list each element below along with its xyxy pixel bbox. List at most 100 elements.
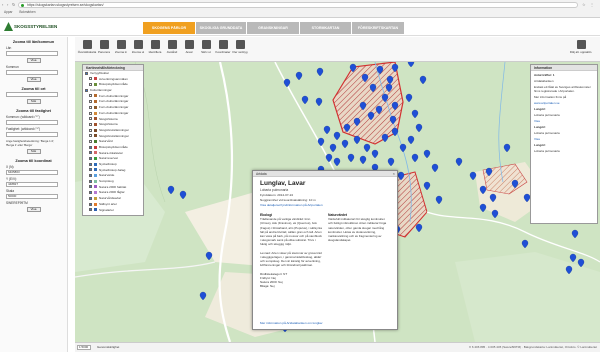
layer-checkbox[interactable]	[89, 122, 92, 126]
browser-menu-icon[interactable]: ⋮	[590, 2, 594, 7]
hide-settings-button[interactable]: Dölj alt. uppsättn.	[565, 39, 597, 60]
x-coordinate-input[interactable]: 6405863	[6, 170, 58, 175]
label-property: Fastighet: (wildcard="*")	[6, 127, 41, 131]
layer-label: Naturreservat	[99, 156, 118, 161]
info-link[interactable]: Visa	[534, 137, 594, 141]
property-input[interactable]	[6, 132, 58, 137]
layer-checkbox[interactable]	[89, 191, 92, 195]
label-x: X (N):	[6, 165, 15, 169]
address-url: https://skogskartan.skogsstyrelsen.se/sk…	[27, 3, 104, 7]
layer-checkbox[interactable]	[89, 168, 92, 172]
tab-3[interactable]: GRANSKNINGAR	[247, 22, 299, 34]
scale-select[interactable]: 1:5000	[77, 345, 91, 350]
layer-label: Naturvärde	[99, 173, 115, 178]
layer-symbol-icon	[94, 134, 97, 138]
info-link[interactable]: www.artportalen.se	[534, 101, 594, 105]
tool-more-tools[interactable]: Fler verktyg	[230, 39, 250, 60]
back-arrow-icon[interactable]: ‹	[2, 2, 6, 7]
tab-5[interactable]: FÖRESKRIFTSKARTAN	[352, 22, 404, 34]
layer-symbol-icon	[94, 83, 97, 87]
search-property-button[interactable]: Sök	[26, 149, 41, 154]
layer-label: Forn-/kulturlämningar	[99, 93, 129, 98]
layer-label: Biotopskyddsområde	[99, 144, 128, 149]
bookmark-bookmarks[interactable]: Bokmärken	[19, 10, 35, 14]
nature-value-column: Naturvärdet Värdefull indikatorart för s…	[328, 213, 390, 242]
star-icon[interactable]: ☆	[582, 2, 586, 7]
y-coordinate-input[interactable]: 448827	[6, 182, 58, 187]
layer-checkbox[interactable]	[85, 88, 88, 92]
zoom-out-icon	[133, 40, 143, 49]
layer-checkbox[interactable]	[89, 139, 92, 143]
secure-lock-icon	[21, 4, 24, 7]
map-toolbar: Översiktskarta Panorera Zooma in Zooma ut Id…	[75, 37, 600, 62]
layer-checkbox[interactable]	[89, 100, 92, 104]
layer-checkbox[interactable]	[89, 157, 92, 160]
tool-label: Fler verktyg	[232, 50, 248, 54]
layer-checkbox[interactable]	[89, 105, 92, 109]
place-input[interactable]	[6, 92, 58, 97]
identify-icon	[150, 40, 160, 49]
info-link[interactable]: Visa	[534, 119, 594, 123]
layer-checkbox[interactable]	[89, 202, 92, 206]
hide-settings-label: Dölj alt. uppsättn.	[569, 50, 593, 54]
find-details-link[interactable]: Visa detaljerad fyndinformation på Artpo…	[260, 203, 397, 207]
layer-checkbox[interactable]	[89, 162, 92, 166]
info-line: Lobaria pulmonaria	[534, 113, 560, 117]
heading-zoom-county: Zooma till län/kommun	[12, 40, 55, 44]
tab-1[interactable]: SKOGENS PÄRLOR	[143, 22, 195, 34]
layer-label: Naturvård	[99, 139, 113, 144]
layer-checkbox[interactable]	[89, 179, 92, 183]
info-line: Endast ett fåtal av Sveriges artförekoms…	[534, 85, 591, 93]
property-municipality-input[interactable]	[6, 120, 58, 125]
layer-checkbox[interactable]	[89, 208, 92, 212]
county-select[interactable]	[6, 51, 58, 56]
layer-label: Forn-/kulturlämningar	[99, 110, 129, 115]
layer-checkbox[interactable]	[89, 77, 92, 81]
layer-label: Forn-/kulturlämningar	[99, 99, 129, 104]
layer-label: Avverkningsanmälan	[99, 76, 128, 81]
info-line: Artdatabanken	[534, 79, 554, 83]
layer-checkbox[interactable]	[89, 117, 92, 121]
layer-label: Natura 2000 habitat	[99, 184, 127, 189]
coordinates-icon	[218, 40, 228, 49]
artdatabanken-link[interactable]: Mer information på Artdatabanken om lung…	[260, 321, 322, 325]
forward-arrow-icon[interactable]: ›	[7, 2, 11, 7]
layer-checkbox[interactable]	[89, 185, 92, 189]
show-coordinate-button[interactable]: Visa	[26, 207, 41, 212]
layer-symbol-icon	[94, 179, 97, 183]
layer-symbol-icon	[94, 208, 97, 212]
layer-checkbox[interactable]	[89, 134, 92, 138]
show-county-button[interactable]: Visa	[26, 58, 41, 63]
municipality-select[interactable]	[6, 70, 58, 75]
layer-item[interactable]: Signalarter	[83, 208, 143, 214]
show-municipality-button[interactable]: Visa	[26, 77, 41, 82]
scale-input[interactable]: 50000	[6, 194, 58, 199]
nature-value-text: Värdefull indikatorart för skoglig konti…	[328, 217, 387, 243]
layer-checkbox[interactable]	[89, 94, 92, 98]
opacity-slider[interactable]: Genomskinlighet	[97, 343, 119, 352]
zoom-in-icon	[116, 40, 126, 49]
info-line: Mer information finns på	[534, 95, 567, 99]
layer-checkbox[interactable]	[89, 111, 92, 115]
layer-checkbox[interactable]	[89, 145, 92, 149]
layer-checkbox[interactable]	[89, 128, 92, 132]
heading-zoom-coordinate: Zooma till koordinat	[15, 159, 52, 163]
close-icon[interactable]: ×	[393, 171, 395, 177]
layer-checkbox[interactable]	[89, 151, 92, 155]
search-panel: Zooma till län/kommun Län Visa Kommun Vi…	[0, 37, 68, 352]
bookmark-apps[interactable]: Appar	[4, 10, 13, 14]
layer-symbol-icon	[94, 128, 97, 132]
layer-checkbox[interactable]	[85, 71, 88, 75]
reload-icon[interactable]: ↻	[12, 2, 16, 7]
layer-symbol-icon	[94, 174, 97, 178]
layer-checkbox[interactable]	[89, 83, 92, 87]
layer-symbol-icon	[94, 77, 97, 81]
tab-4[interactable]: STORMKARTAN	[300, 22, 351, 34]
search-place-button[interactable]: Sök	[26, 99, 41, 104]
skogsstyrelsen-logo[interactable]: SKOGSSTYRELSEN	[4, 22, 57, 32]
layer-checkbox[interactable]	[89, 174, 92, 178]
layer-checkbox[interactable]	[89, 196, 92, 200]
address-bar[interactable]: https://skogskartan.skogsstyrelsen.se/sk…	[18, 2, 578, 8]
tab-2[interactable]: SKOGLIGA GRUNDDATA	[196, 22, 246, 34]
information-panel: Information Antal träffar: 1 Artdatabanke…	[530, 64, 598, 224]
